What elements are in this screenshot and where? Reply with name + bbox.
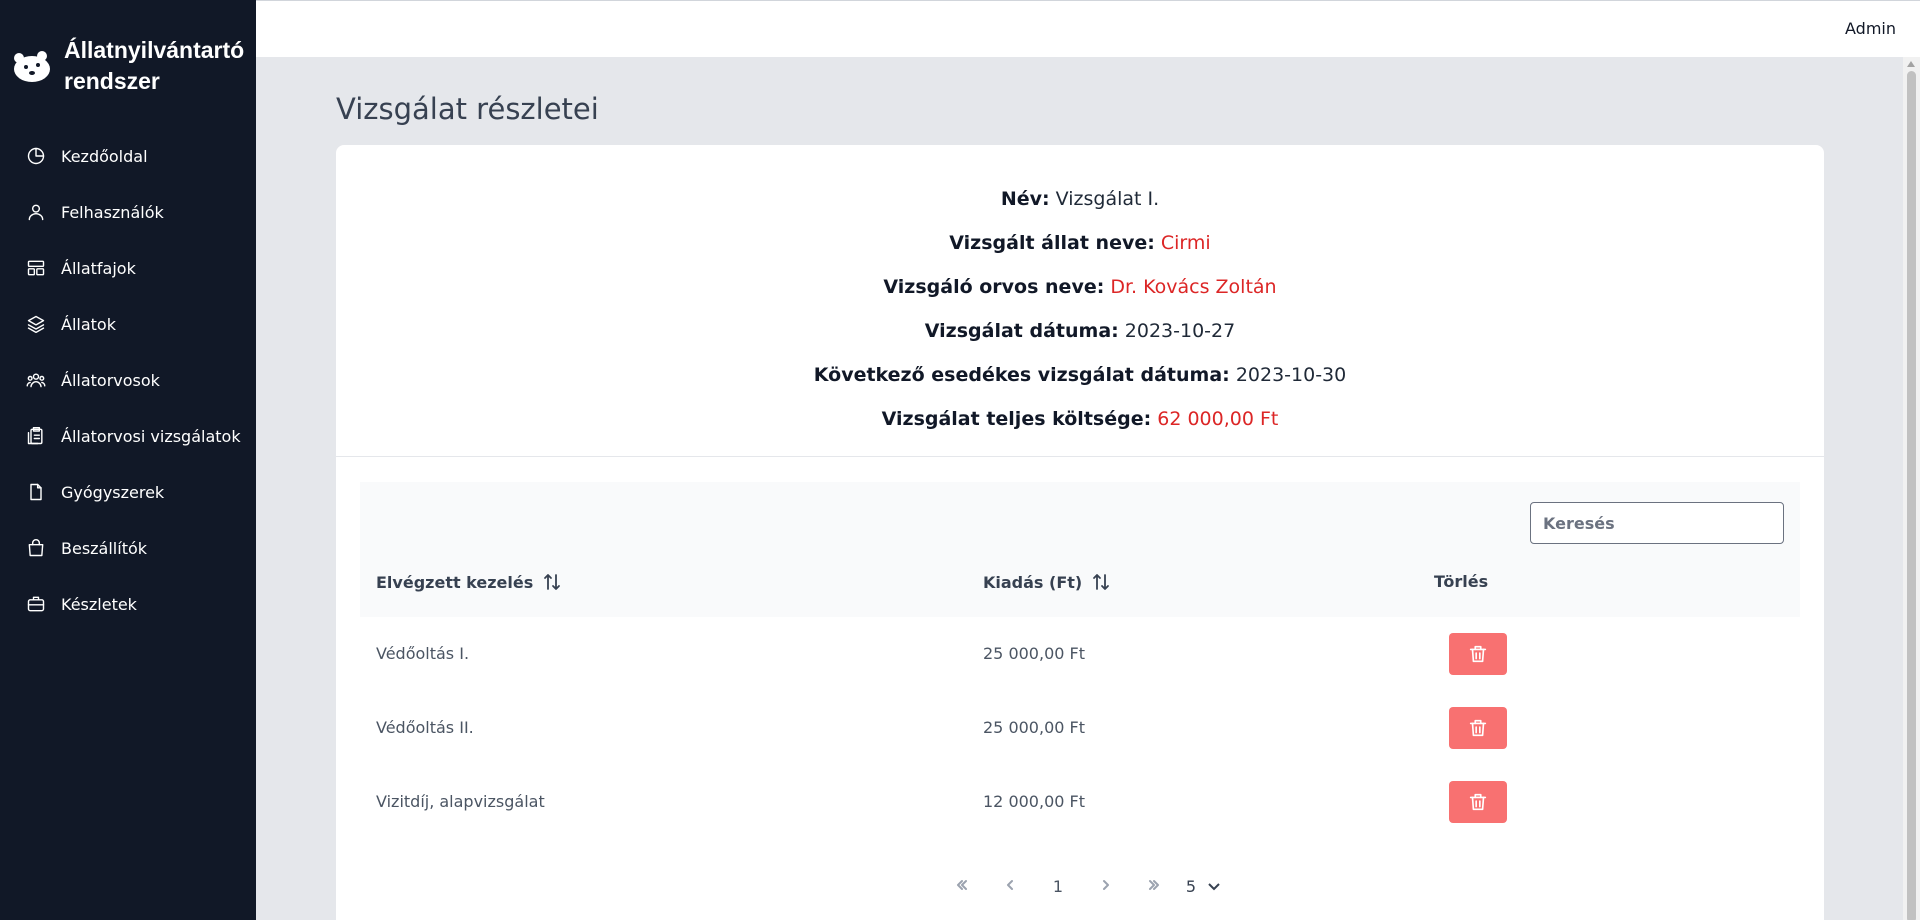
first-page-button[interactable] bbox=[938, 877, 986, 896]
user-icon bbox=[25, 201, 47, 223]
detail-cost: Vizsgálat teljes költsége: 62 000,00 Ft bbox=[336, 397, 1824, 441]
last-page-button[interactable] bbox=[1130, 877, 1178, 896]
sidebar-item-felhasznalok[interactable]: Felhasználók bbox=[0, 184, 256, 240]
chevron-down-icon bbox=[1208, 883, 1220, 891]
sidebar-item-allatorvosok[interactable]: Állatorvosok bbox=[0, 352, 256, 408]
sidebar-item-label: Beszállítók bbox=[61, 538, 148, 558]
trash-icon bbox=[1469, 793, 1487, 811]
page-number[interactable]: 1 bbox=[1034, 877, 1082, 896]
detail-name: Név: Vizsgálat I. bbox=[336, 177, 1824, 221]
bear-logo-icon bbox=[10, 44, 54, 88]
page-title: Vizsgálat részletei bbox=[336, 92, 599, 126]
cell-treatment: Védőoltás I. bbox=[376, 644, 470, 663]
delete-button[interactable] bbox=[1449, 633, 1507, 675]
sidebar-item-label: Állatorvosi vizsgálatok bbox=[61, 426, 241, 446]
column-header-label: Kiadás (Ft) bbox=[983, 572, 1083, 592]
detail-label: Vizsgálat teljes költsége: bbox=[881, 408, 1152, 430]
sidebar-item-label: Készletek bbox=[61, 594, 137, 614]
pie-chart-icon bbox=[25, 145, 47, 167]
clipboard-icon bbox=[25, 425, 47, 447]
scroll-up-arrow-icon[interactable] bbox=[1907, 61, 1915, 67]
exam-details: Név: Vizsgálat I. Vizsgált állat neve: C… bbox=[336, 145, 1824, 457]
app-title-line1: Állatnyilvántartó bbox=[64, 37, 245, 63]
sidebar-item-label: Állatok bbox=[61, 314, 116, 334]
topbar: Admin bbox=[256, 0, 1920, 57]
trash-icon bbox=[1469, 719, 1487, 737]
shopping-bag-icon bbox=[25, 537, 47, 559]
cell-expense: 25 000,00 Ft bbox=[983, 644, 1085, 663]
sidebar-item-keszletek[interactable]: Készletek bbox=[0, 576, 256, 632]
column-header-delete: Törlés bbox=[1434, 572, 1488, 591]
treatments-table: Elvégzett kezelés Kiadás (Ft) Törlés Véd… bbox=[360, 482, 1800, 896]
page-size-select[interactable]: 5 bbox=[1186, 877, 1222, 896]
detail-value: Vizsgálat I. bbox=[1055, 188, 1160, 210]
sort-icon[interactable] bbox=[1092, 572, 1110, 592]
delete-button[interactable] bbox=[1449, 707, 1507, 749]
briefcase-icon bbox=[25, 593, 47, 615]
cell-expense: 25 000,00 Ft bbox=[983, 718, 1085, 737]
layout-icon bbox=[25, 257, 47, 279]
sidebar-item-gyogyszerek[interactable]: Gyógyszerek bbox=[0, 464, 256, 520]
column-header-treatment[interactable]: Elvégzett kezelés bbox=[376, 572, 561, 592]
animal-link[interactable]: Cirmi bbox=[1161, 232, 1211, 254]
sidebar-item-label: Felhasználók bbox=[61, 202, 164, 222]
cell-treatment: Védőoltás II. bbox=[376, 718, 474, 737]
document-icon bbox=[25, 481, 47, 503]
cell-expense: 12 000,00 Ft bbox=[983, 792, 1085, 811]
table-row: Védőoltás I. 25 000,00 Ft bbox=[360, 617, 1800, 691]
column-header-expense[interactable]: Kiadás (Ft) bbox=[983, 572, 1110, 592]
table-row: Vizitdíj, alapvizsgálat 12 000,00 Ft bbox=[360, 765, 1800, 839]
detail-label: Vizsgált állat neve: bbox=[949, 232, 1155, 254]
app-title: Állatnyilvántartó rendszer bbox=[64, 35, 244, 97]
delete-button[interactable] bbox=[1449, 781, 1507, 823]
sidebar-item-allatok[interactable]: Állatok bbox=[0, 296, 256, 352]
sidebar-item-label: Gyógyszerek bbox=[61, 482, 165, 502]
sidebar-item-allatorvosi-vizsgalatok[interactable]: Állatorvosi vizsgálatok bbox=[0, 408, 256, 464]
detail-animal: Vizsgált állat neve: Cirmi bbox=[336, 221, 1824, 265]
app-title-line2: rendszer bbox=[64, 68, 160, 94]
page-size-value: 5 bbox=[1185, 876, 1197, 896]
scrollbar[interactable] bbox=[1903, 57, 1920, 920]
users-icon bbox=[25, 369, 47, 391]
sidebar-item-kezdooldal[interactable]: Kezdőoldal bbox=[0, 128, 256, 184]
detail-vet: Vizsgáló orvos neve: Dr. Kovács Zoltán bbox=[336, 265, 1824, 309]
cell-treatment: Vizitdíj, alapvizsgálat bbox=[376, 792, 545, 811]
detail-label: Következő esedékes vizsgálat dátuma: bbox=[813, 364, 1230, 386]
layers-icon bbox=[25, 313, 47, 335]
detail-label: Név: bbox=[1000, 188, 1050, 210]
sidebar-nav: Kezdőoldal Felhasználók Állatfajok Állat… bbox=[0, 128, 256, 632]
prev-page-button[interactable] bbox=[986, 877, 1034, 896]
table-row: Védőoltás II. 25 000,00 Ft bbox=[360, 691, 1800, 765]
column-header-label: Törlés bbox=[1434, 572, 1489, 591]
sidebar-item-label: Állatfajok bbox=[61, 258, 136, 278]
pagination: 1 5 bbox=[360, 864, 1800, 908]
detail-value: 62 000,00 Ft bbox=[1157, 408, 1279, 430]
detail-label: Vizsgáló orvos neve: bbox=[883, 276, 1105, 298]
sidebar: Állatnyilvántartó rendszer Kezdőoldal Fe… bbox=[0, 0, 256, 920]
sidebar-item-label: Állatorvosok bbox=[61, 370, 160, 390]
detail-label: Vizsgálat dátuma: bbox=[924, 320, 1119, 342]
user-menu[interactable]: Admin bbox=[1845, 19, 1896, 38]
trash-icon bbox=[1469, 645, 1487, 663]
chevron-left-icon bbox=[1006, 879, 1013, 890]
table-header: Elvégzett kezelés Kiadás (Ft) Törlés bbox=[360, 482, 1800, 617]
sidebar-item-allatfajok[interactable]: Állatfajok bbox=[0, 240, 256, 296]
chevrons-right-icon bbox=[1148, 879, 1159, 890]
vet-link[interactable]: Dr. Kovács Zoltán bbox=[1110, 276, 1276, 298]
next-page-button[interactable] bbox=[1082, 877, 1130, 896]
sort-icon[interactable] bbox=[543, 572, 561, 592]
sidebar-item-label: Kezdőoldal bbox=[61, 146, 148, 166]
scrollbar-thumb[interactable] bbox=[1907, 71, 1916, 920]
chevrons-left-icon bbox=[956, 879, 967, 890]
detail-value: 2023-10-30 bbox=[1235, 364, 1347, 386]
search-input[interactable] bbox=[1530, 502, 1784, 544]
brand[interactable]: Állatnyilvántartó rendszer bbox=[0, 0, 256, 100]
detail-date: Vizsgálat dátuma: 2023-10-27 bbox=[336, 309, 1824, 353]
column-header-label: Elvégzett kezelés bbox=[376, 572, 534, 592]
detail-value: 2023-10-27 bbox=[1124, 320, 1236, 342]
sidebar-item-beszallitok[interactable]: Beszállítók bbox=[0, 520, 256, 576]
detail-next-date: Következő esedékes vizsgálat dátuma: 202… bbox=[336, 353, 1824, 397]
chevron-right-icon bbox=[1102, 879, 1109, 890]
